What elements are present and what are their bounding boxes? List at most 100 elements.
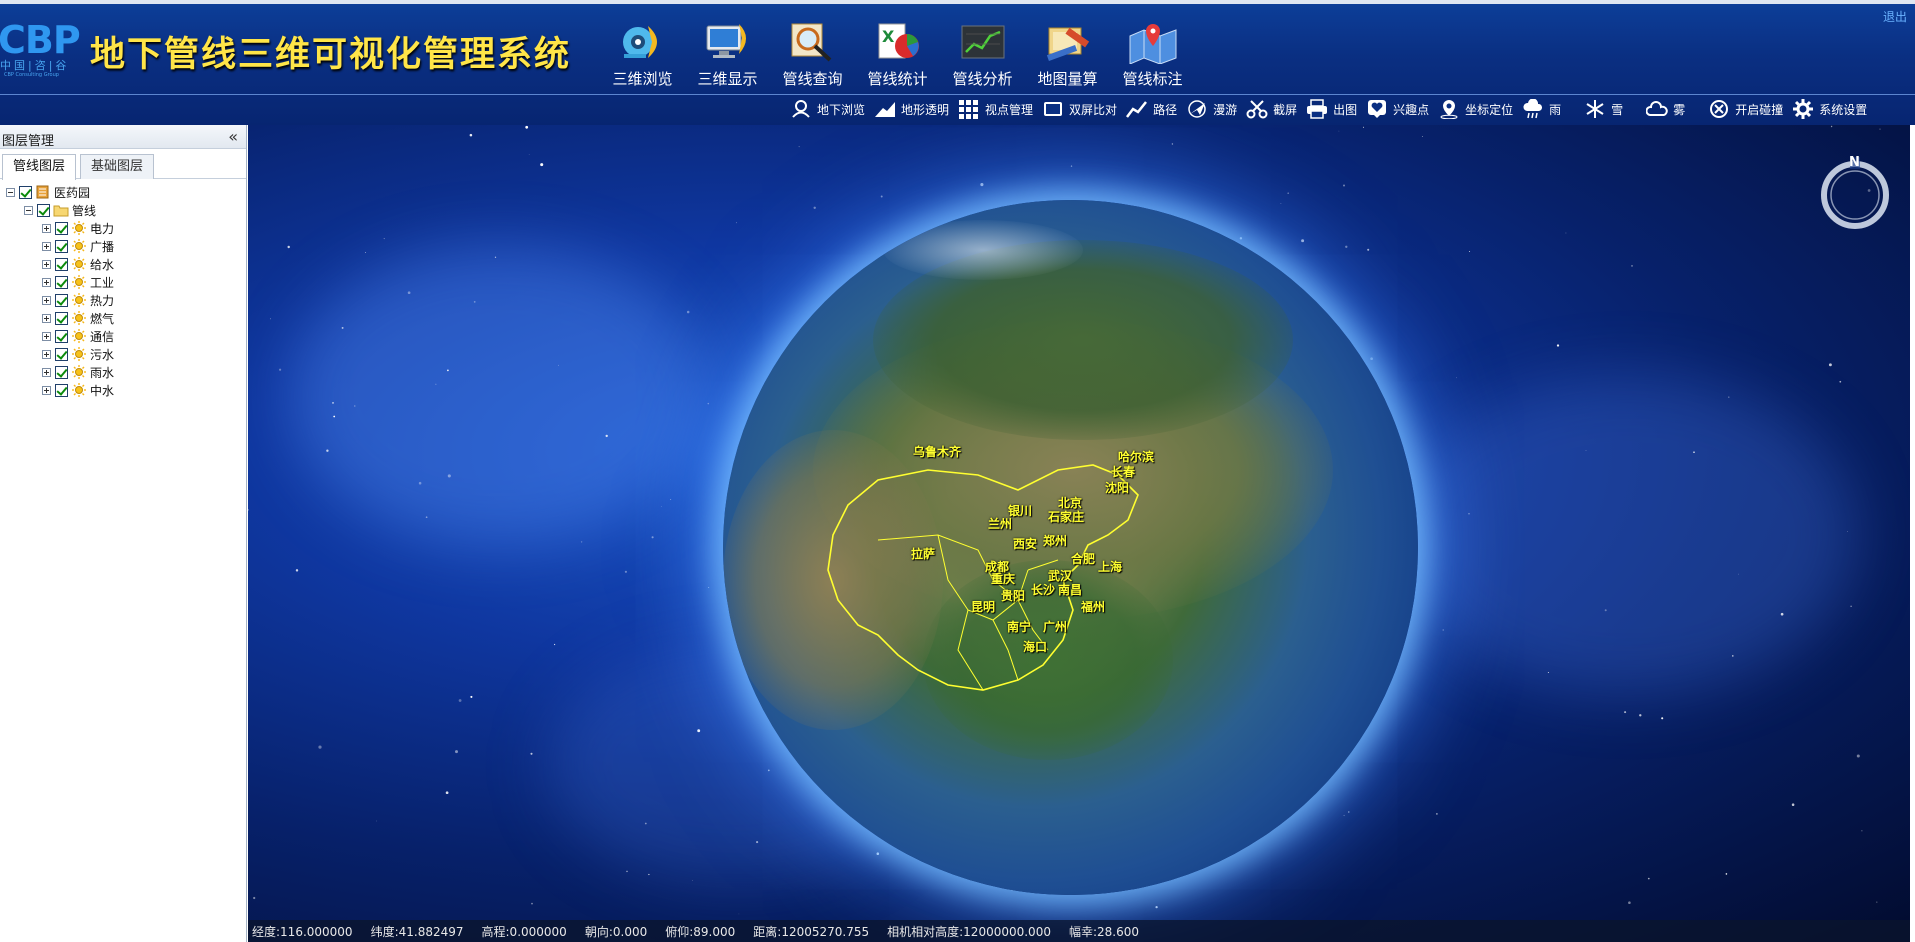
- sub-fog[interactable]: 雾: [1645, 99, 1686, 119]
- city-label: 西安: [1013, 537, 1038, 551]
- sub-roam[interactable]: 漫游: [1186, 99, 1237, 119]
- layer-sun-icon: [71, 329, 87, 343]
- sub-snow[interactable]: 雪: [1584, 99, 1623, 119]
- 3d-browse-icon: [618, 20, 668, 64]
- city-label: 长沙: [1031, 583, 1056, 597]
- tool-pipeline-stats[interactable]: X 管线统计: [855, 20, 940, 92]
- star: [1287, 192, 1290, 195]
- tree-node-label[interactable]: 通信: [90, 328, 114, 345]
- star: [1370, 357, 1373, 361]
- star: [1847, 531, 1848, 532]
- collapse-button[interactable]: «: [228, 127, 238, 146]
- tree-node-label[interactable]: 雨水: [90, 364, 114, 381]
- logo: CBP 中国|咨|谷 CBP Consulting Group: [0, 18, 90, 78]
- expand-toggle[interactable]: [42, 313, 51, 323]
- star: [531, 902, 533, 905]
- status-camera-height: 相机相对高度:12000000.000: [887, 924, 1051, 939]
- tool-pipeline-analysis[interactable]: 管线分析: [940, 20, 1025, 92]
- sub-rain[interactable]: 雨: [1522, 98, 1562, 119]
- layer-checkbox[interactable]: [19, 185, 32, 199]
- sub-coordinate-locate[interactable]: 坐标定位: [1438, 99, 1513, 120]
- tool-pipeline-query[interactable]: 管线查询: [770, 20, 855, 92]
- status-scale: 幅幸:28.600: [1068, 924, 1140, 939]
- globe-viewport[interactable]: 乌鲁木齐 哈尔滨 长春 沈阳 北京 石家庄 银川 兰州 西安 郑州 拉萨 成都 合肥 上海 重庆 武汉 南昌 长沙…: [248, 125, 1915, 942]
- sub-poi[interactable]: 兴趣点: [1366, 99, 1429, 119]
- star: [708, 587, 710, 588]
- tree-node-label[interactable]: 中水: [90, 382, 114, 399]
- layer-checkbox[interactable]: [55, 275, 68, 289]
- city-label: 石家庄: [1048, 510, 1085, 524]
- sub-label: 雾: [1673, 102, 1686, 117]
- tree-node-label[interactable]: 工业: [90, 274, 114, 291]
- sub-print-map[interactable]: 出图: [1306, 99, 1357, 119]
- layer-checkbox[interactable]: [55, 347, 68, 361]
- tab-pipeline-layers[interactable]: 管线图层: [2, 154, 77, 180]
- tree-node-label[interactable]: 给水: [90, 256, 114, 273]
- layer-checkbox[interactable]: [55, 329, 68, 343]
- layer-checkbox[interactable]: [55, 293, 68, 307]
- star: [530, 752, 533, 755]
- expand-toggle[interactable]: [42, 367, 51, 377]
- layer-checkbox[interactable]: [37, 203, 50, 217]
- tree-node-label[interactable]: 燃气: [90, 310, 114, 327]
- logout-link[interactable]: 退出: [1883, 8, 1907, 25]
- layer-checkbox[interactable]: [55, 383, 68, 397]
- star: [1239, 237, 1243, 240]
- expand-toggle[interactable]: [42, 277, 51, 287]
- star: [418, 481, 422, 485]
- layer-checkbox[interactable]: [55, 239, 68, 253]
- sub-underground-browse[interactable]: 地下浏览: [790, 99, 865, 119]
- star: [1585, 450, 1587, 452]
- path-icon: [1126, 99, 1148, 119]
- layer-tabs: 管线图层 基础图层: [0, 149, 246, 180]
- star: [558, 364, 559, 366]
- tree-node-label[interactable]: 污水: [90, 346, 114, 363]
- sub-viewpoint-manage[interactable]: 视点管理: [958, 99, 1033, 119]
- earth-globe[interactable]: 乌鲁木齐 哈尔滨 长春 沈阳 北京 石家庄 银川 兰州 西安 郑州 拉萨 成都 合肥 上海 重庆 武汉 南昌 长沙…: [723, 200, 1418, 895]
- city-label: 福州: [1081, 600, 1106, 614]
- sub-system-settings[interactable]: 系统设置: [1792, 99, 1867, 119]
- layer-checkbox[interactable]: [55, 257, 68, 271]
- star: [326, 449, 329, 452]
- expand-toggle[interactable]: [42, 223, 51, 233]
- expand-toggle[interactable]: [42, 331, 51, 341]
- layer-checkbox[interactable]: [55, 311, 68, 325]
- star: [1861, 830, 1863, 832]
- tree-node-label[interactable]: 热力: [90, 292, 114, 309]
- sub-label: 雨: [1549, 102, 1562, 117]
- star: [624, 570, 627, 573]
- tool-3d-display[interactable]: 三维显示: [685, 20, 770, 92]
- layer-sun-icon: [71, 257, 87, 271]
- star: [1565, 232, 1567, 234]
- sub-screenshot[interactable]: 截屏: [1246, 99, 1297, 119]
- sub-collision[interactable]: 开启碰撞: [1708, 99, 1783, 119]
- tree-node-label[interactable]: 医药园: [54, 184, 90, 201]
- star: [1367, 248, 1370, 251]
- tab-base-layers[interactable]: 基础图层: [80, 154, 155, 179]
- tool-3d-browse[interactable]: 三维浏览: [600, 20, 685, 92]
- star: [1725, 873, 1728, 875]
- tool-pipeline-label[interactable]: 管线标注: [1110, 20, 1195, 92]
- tool-map-measure[interactable]: 地图量算: [1025, 20, 1110, 92]
- sub-path[interactable]: 路径: [1126, 99, 1177, 119]
- tree-node-label[interactable]: 广播: [90, 238, 114, 255]
- expand-toggle[interactable]: [42, 241, 51, 251]
- sub-terrain-transparent[interactable]: 地形透明: [874, 99, 949, 119]
- expand-toggle[interactable]: [42, 259, 51, 269]
- expand-toggle[interactable]: [42, 385, 51, 395]
- tree-node-label[interactable]: 电力: [90, 220, 114, 237]
- star: [1469, 251, 1471, 252]
- expand-toggle[interactable]: [42, 349, 51, 359]
- tool-label: 管线标注: [1122, 70, 1183, 88]
- compass[interactable]: N: [1817, 155, 1893, 231]
- sub-dual-screen[interactable]: 双屏比对: [1042, 99, 1117, 119]
- tree-node-label[interactable]: 管线: [72, 202, 96, 219]
- collapse-toggle[interactable]: [6, 187, 15, 197]
- star: [880, 195, 883, 198]
- expand-toggle[interactable]: [42, 295, 51, 305]
- layer-checkbox[interactable]: [55, 221, 68, 235]
- layer-checkbox[interactable]: [55, 365, 68, 379]
- underground-icon: [790, 99, 812, 119]
- star: [1338, 130, 1340, 132]
- collapse-toggle[interactable]: [24, 205, 33, 215]
